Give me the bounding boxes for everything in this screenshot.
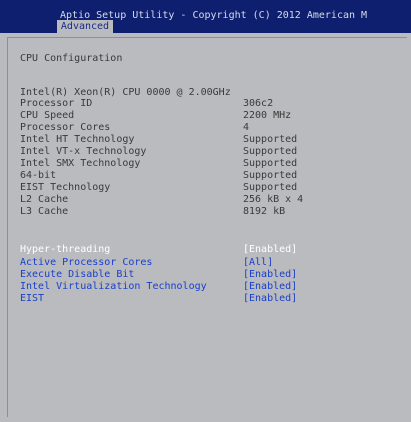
info-row-l3-cache: L3 Cache 8192 kB — [20, 206, 405, 217]
option-value[interactable]: [All] — [243, 257, 273, 268]
info-value: Supported — [243, 158, 298, 169]
info-row-processor-id: Processor ID 306c2 — [20, 98, 405, 109]
option-label: Hyper-threading — [20, 244, 111, 255]
option-label: Active Processor Cores — [20, 257, 153, 268]
cpu-model-label: Intel(R) Xeon(R) CPU 0000 @ 2.00GHz — [20, 87, 231, 98]
info-label: L3 Cache — [20, 206, 69, 217]
info-label: 64-bit — [20, 170, 57, 181]
option-label: Intel Virtualization Technology — [20, 281, 207, 292]
info-value: 256 kB x 4 — [243, 194, 304, 205]
option-active-processor-cores[interactable]: Active Processor Cores [All] — [20, 257, 405, 268]
info-label: Processor ID — [20, 98, 93, 109]
option-eist[interactable]: EIST [Enabled] — [20, 293, 405, 304]
option-value[interactable]: [Enabled] — [243, 281, 297, 292]
info-value: Supported — [243, 146, 298, 157]
option-value[interactable]: [Enabled] — [243, 293, 297, 304]
info-row-smx-technology: Intel SMX Technology Supported — [20, 158, 405, 169]
option-hyper-threading[interactable]: Hyper-threading [Enabled] — [20, 244, 405, 255]
info-value: 2200 MHz — [243, 110, 292, 121]
option-label: EIST — [20, 293, 45, 304]
info-label: Intel HT Technology — [20, 134, 135, 145]
info-value: Supported — [243, 170, 298, 181]
info-value: 4 — [243, 122, 250, 133]
title-bar: Aptio Setup Utility - Copyright (C) 2012… — [0, 0, 411, 33]
tab-advanced[interactable]: Advanced — [57, 20, 113, 33]
info-row-processor-cores: Processor Cores 4 — [20, 122, 405, 133]
info-row-vtx-technology: Intel VT-x Technology Supported — [20, 146, 405, 157]
info-label: EIST Technology — [20, 182, 111, 193]
info-label: Intel SMX Technology — [20, 158, 141, 169]
bios-screen: Aptio Setup Utility - Copyright (C) 2012… — [0, 0, 411, 422]
info-row-cpu-speed: CPU Speed 2200 MHz — [20, 110, 405, 121]
info-row-eist-technology: EIST Technology Supported — [20, 182, 405, 193]
option-virtualization-technology[interactable]: Intel Virtualization Technology [Enabled… — [20, 281, 405, 292]
option-value[interactable]: [Enabled] — [243, 269, 297, 280]
info-value: Supported — [243, 182, 298, 193]
info-label: L2 Cache — [20, 194, 69, 205]
info-label: Intel VT-x Technology — [20, 146, 147, 157]
info-row-l2-cache: L2 Cache 256 kB x 4 — [20, 194, 405, 205]
option-label: Execute Disable Bit — [20, 269, 135, 280]
page-title: CPU Configuration — [20, 53, 123, 64]
info-value: Supported — [243, 134, 298, 145]
cpu-model: Intel(R) Xeon(R) CPU 0000 @ 2.00GHz — [20, 87, 405, 98]
option-execute-disable-bit[interactable]: Execute Disable Bit [Enabled] — [20, 269, 405, 280]
option-value[interactable]: [Enabled] — [243, 244, 297, 255]
info-row-ht-technology: Intel HT Technology Supported — [20, 134, 405, 145]
info-row-64bit: 64-bit Supported — [20, 170, 405, 181]
info-value: 306c2 — [243, 98, 274, 109]
info-value: 8192 kB — [243, 206, 286, 217]
info-label: CPU Speed — [20, 110, 75, 121]
info-label: Processor Cores — [20, 122, 111, 133]
